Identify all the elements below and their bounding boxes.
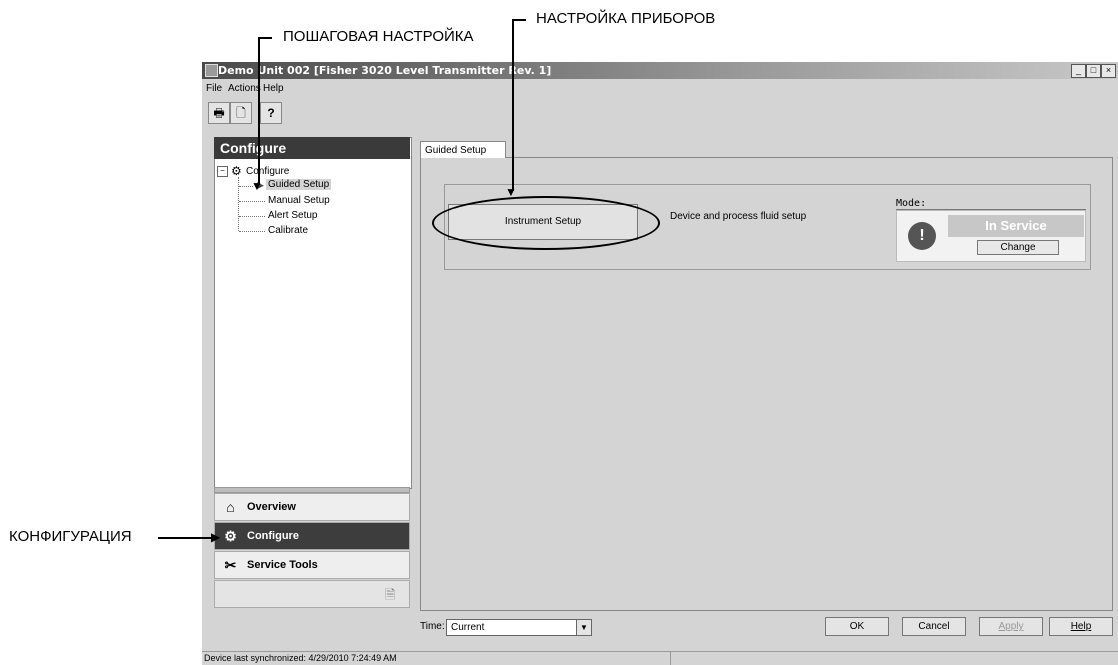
status-bar: Device last synchronized: 4/29/2010 7:24… (202, 651, 1118, 665)
time-select[interactable]: Current ▼ (446, 619, 592, 636)
document-icon[interactable]: 🗎 (385, 586, 395, 608)
callout-leader-line (258, 37, 272, 39)
context-help-icon[interactable]: ? (260, 102, 282, 124)
status-divider (670, 652, 671, 665)
callout-arrow-icon: ▶ (211, 530, 221, 544)
cancel-button[interactable]: Cancel (902, 617, 966, 636)
minimize-icon[interactable]: _ (1071, 64, 1086, 78)
app-icon (205, 64, 218, 77)
tab-guided-setup[interactable]: Guided Setup (420, 141, 506, 158)
tree-connector (239, 201, 265, 202)
apply-button[interactable]: Apply (979, 617, 1043, 636)
instrument-setup-description: Device and process fluid setup (670, 211, 807, 222)
window-title: Demo Unit 002 [Fisher 3020 Level Transmi… (218, 64, 552, 77)
nav-overview-button[interactable]: ⌂ Overview (214, 493, 410, 521)
time-label: Time: (420, 621, 445, 632)
print-icon[interactable]: 🖶 (208, 102, 230, 124)
tree-item-calibrate[interactable]: Calibrate (268, 225, 308, 236)
highlight-ellipse (432, 196, 660, 250)
help-button[interactable]: Help (1049, 617, 1113, 636)
menu-help[interactable]: Help (263, 83, 284, 94)
callout-leader-line (158, 537, 216, 539)
nav-configure-label: Configure (247, 530, 299, 542)
nav-overview-label: Overview (247, 501, 296, 513)
ok-button[interactable]: OK (825, 617, 889, 636)
in-service-icon: ! (908, 222, 936, 250)
menu-file[interactable]: File (206, 83, 222, 94)
callout-arrow-icon: ▼ (251, 179, 263, 193)
maximize-icon[interactable]: □ (1086, 64, 1101, 78)
gear-icon: ⚙ (224, 528, 237, 544)
callout-arrow-icon: ▼ (505, 185, 517, 199)
tools-icon: ✂ (224, 557, 237, 573)
title-bar: Demo Unit 002 [Fisher 3020 Level Transmi… (202, 62, 1118, 79)
tree-item-manual-setup[interactable]: Manual Setup (268, 195, 330, 206)
nav-service-tools-button[interactable]: ✂ Service Tools (214, 551, 410, 579)
callout-guided-setup: ПОШАГОВАЯ НАСТРОЙКА (283, 28, 474, 45)
tree-item-guided-setup[interactable]: Guided Setup (266, 179, 332, 190)
configure-gear-icon: ⚙ (231, 164, 242, 178)
left-panel-header: Configure (214, 137, 410, 159)
nav-configure-button[interactable]: ⚙ Configure (214, 522, 410, 550)
tree-connector (239, 216, 265, 217)
callout-leader-line (512, 19, 514, 191)
close-icon[interactable]: × (1101, 64, 1116, 78)
mode-label: Mode: (896, 198, 927, 209)
change-mode-button[interactable]: Change (977, 240, 1059, 255)
callout-leader-line (512, 19, 526, 21)
sync-status: Device last synchronized: 4/29/2010 7:24… (204, 653, 397, 663)
collapse-icon[interactable]: − (217, 166, 228, 177)
callout-configure: КОНФИГУРАЦИЯ (9, 528, 132, 545)
nav-service-tools-label: Service Tools (247, 559, 318, 571)
chevron-down-icon[interactable]: ▼ (576, 620, 591, 635)
tree-connector (239, 231, 265, 232)
home-icon: ⌂ (226, 499, 235, 515)
print-preview-icon[interactable]: 🗋 (230, 102, 252, 124)
menu-actions[interactable]: Actions (228, 83, 261, 94)
tree-root-configure[interactable]: Configure (246, 166, 289, 177)
time-select-value: Current (451, 622, 485, 633)
nav-footer: 🗎 (214, 580, 410, 608)
mode-status: In Service (948, 215, 1084, 237)
callout-leader-line (258, 37, 260, 185)
callout-instrument-setup: НАСТРОЙКА ПРИБОРОВ (536, 10, 716, 27)
tree-item-alert-setup[interactable]: Alert Setup (268, 210, 317, 221)
